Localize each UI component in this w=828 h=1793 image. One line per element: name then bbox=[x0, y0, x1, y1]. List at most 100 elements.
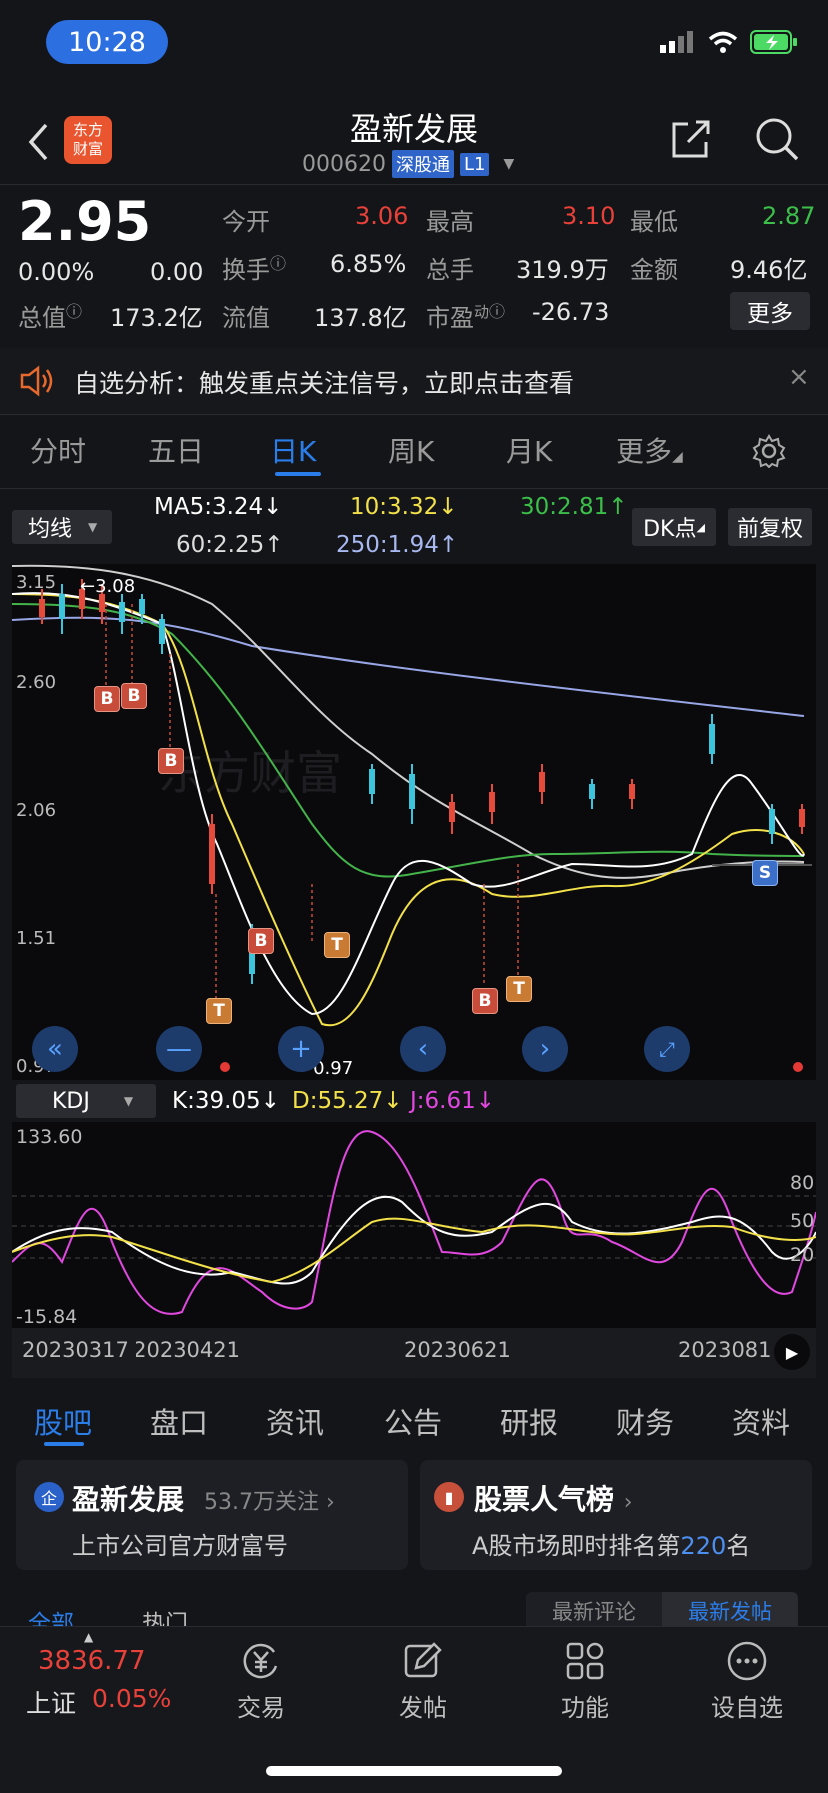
y-axis-label: 1.51 bbox=[16, 928, 57, 949]
status-icons bbox=[660, 30, 798, 54]
active-tab-indicator bbox=[44, 1442, 84, 1446]
tab-news[interactable]: 资讯 bbox=[266, 1400, 324, 1442]
volume-value: 319.9万 bbox=[516, 256, 609, 284]
tab-pankou[interactable]: 盘口 bbox=[150, 1400, 208, 1442]
nav-functions[interactable]: 功能 bbox=[530, 1640, 640, 1723]
float-label: 流值 bbox=[222, 304, 270, 332]
stock-code-row: 000620 深股通 L1 ▼ bbox=[302, 150, 514, 178]
status-time: 10:28 bbox=[46, 20, 168, 64]
t-signal-badge[interactable]: T bbox=[324, 932, 350, 958]
company-desc: 上市公司官方财富号 bbox=[72, 1532, 288, 1560]
date-label: 20230421 bbox=[136, 1338, 240, 1362]
ma30-value: 30:2.81↑ bbox=[520, 494, 628, 520]
nav-add-watchlist[interactable]: 设自选 bbox=[692, 1640, 802, 1723]
ma-selector[interactable]: 均线 ▼ bbox=[12, 510, 112, 544]
index-pct[interactable]: 0.05% bbox=[92, 1684, 171, 1713]
rewind-icon[interactable]: « bbox=[32, 1026, 78, 1072]
chevron-right-icon[interactable]: › bbox=[522, 1026, 568, 1072]
watermark: 东方财富 bbox=[158, 747, 342, 799]
low-value: 2.87 bbox=[762, 202, 816, 230]
speaker-icon bbox=[20, 365, 53, 397]
signal-icon bbox=[660, 31, 693, 53]
kdj-bottom-label: -15.84 bbox=[16, 1306, 78, 1328]
play-icon[interactable]: ▶ bbox=[774, 1334, 810, 1370]
kline-svg: 东方财富 bbox=[12, 564, 812, 1072]
sz-connect-tag: 深股通 bbox=[391, 150, 454, 178]
y-axis-label: 2.60 bbox=[16, 672, 57, 693]
wifi-icon bbox=[708, 31, 738, 53]
expand-icon[interactable]: ⤢ bbox=[644, 1026, 690, 1072]
date-label: 20230317 bbox=[22, 1338, 129, 1362]
date-label: 20230818 bbox=[678, 1338, 770, 1362]
tab-intraday[interactable]: 分时 bbox=[30, 430, 86, 470]
index-name[interactable]: 上证 bbox=[26, 1684, 76, 1720]
followers: 53.7万关注 › bbox=[204, 1490, 335, 1515]
close-icon[interactable]: × bbox=[788, 362, 810, 392]
indicator-selector[interactable]: KDJ ▼ bbox=[16, 1084, 156, 1118]
tab-more[interactable]: 更多◢ bbox=[616, 430, 683, 470]
open-label: 今开 bbox=[222, 208, 270, 236]
ma5-value: MA5:3.24↓ bbox=[154, 494, 283, 520]
pe-value: -26.73 bbox=[532, 298, 610, 326]
buy-signal-badge[interactable]: B bbox=[94, 686, 120, 712]
t-signal-badge[interactable]: T bbox=[206, 998, 232, 1024]
pe-sup: 动 bbox=[474, 303, 490, 321]
info-icon[interactable]: ⓘ bbox=[489, 302, 505, 321]
tab-research[interactable]: 研报 bbox=[500, 1400, 558, 1442]
turnover-label: 换手 bbox=[222, 256, 270, 284]
t-signal-badge[interactable]: T bbox=[506, 976, 532, 1002]
kdj-j-value: J:6.61↓ bbox=[410, 1088, 496, 1114]
buy-signal-badge[interactable]: B bbox=[472, 988, 498, 1014]
tab-profile[interactable]: 资料 bbox=[732, 1400, 790, 1442]
nav-trade[interactable]: 交易 bbox=[206, 1640, 316, 1723]
tab-finance[interactable]: 财务 bbox=[616, 1400, 674, 1442]
chevron-down-icon[interactable]: ▼ bbox=[503, 156, 514, 172]
share-icon[interactable] bbox=[668, 116, 714, 162]
volume-label: 总手 bbox=[426, 256, 474, 284]
gear-icon[interactable] bbox=[752, 434, 786, 468]
edit-icon bbox=[404, 1642, 442, 1678]
tab-daily-k[interactable]: 日K bbox=[270, 430, 316, 470]
popularity-title: 股票人气榜 › bbox=[474, 1483, 633, 1516]
dk-point-button[interactable]: DK点 ◢ bbox=[632, 508, 716, 546]
change-pct: 0.00% bbox=[18, 258, 95, 286]
buy-signal-badge[interactable]: B bbox=[121, 683, 147, 709]
enterprise-icon: 企 bbox=[34, 1482, 64, 1512]
zoom-out-icon[interactable]: — bbox=[156, 1026, 202, 1072]
info-icon[interactable]: ⓘ bbox=[66, 302, 82, 321]
kdj-level-80: 80 bbox=[790, 1172, 815, 1194]
company-card[interactable]: 企 盈新发展 53.7万关注 › 上市公司官方财富号 bbox=[16, 1460, 408, 1570]
more-circle-icon bbox=[727, 1641, 767, 1681]
bar-chart-icon: ▮ bbox=[434, 1482, 464, 1512]
ma250-value: 250:1.94↑ bbox=[336, 532, 459, 558]
chevron-left-icon[interactable]: ‹ bbox=[400, 1026, 446, 1072]
notice-text: 自选分析：触发重点关注信号，立即点击查看 bbox=[74, 369, 575, 398]
buy-signal-badge[interactable]: B bbox=[158, 748, 184, 774]
sell-signal-badge[interactable]: S bbox=[752, 860, 778, 886]
kdj-svg bbox=[12, 1130, 816, 1315]
open-value: 3.06 bbox=[355, 202, 409, 230]
info-icon[interactable]: ⓘ bbox=[270, 254, 286, 273]
zoom-in-icon[interactable]: + bbox=[278, 1026, 324, 1072]
tab-five-day[interactable]: 五日 bbox=[148, 430, 204, 470]
nav-post[interactable]: 发帖 bbox=[368, 1640, 478, 1723]
home-indicator bbox=[266, 1766, 562, 1776]
grid-icon bbox=[566, 1642, 604, 1680]
adjust-button[interactable]: 前复权 bbox=[728, 508, 812, 546]
buy-signal-badge[interactable]: B bbox=[248, 928, 274, 954]
amount-value: 9.46亿 bbox=[730, 256, 808, 284]
notice-bar[interactable]: 自选分析：触发重点关注信号，立即点击查看 × bbox=[0, 348, 828, 414]
popularity-card[interactable]: ▮ 股票人气榜 › A股市场即时排名第220名 bbox=[420, 1460, 812, 1570]
tab-monthly-k[interactable]: 月K bbox=[506, 430, 552, 470]
tab-announcement[interactable]: 公告 bbox=[384, 1400, 442, 1442]
high-marker: ←3.08 bbox=[80, 576, 136, 597]
ma10-value: 10:3.32↓ bbox=[350, 494, 458, 520]
tab-guba[interactable]: 股吧 bbox=[34, 1400, 92, 1442]
kdj-top-label: 133.60 bbox=[16, 1126, 83, 1148]
popularity-desc: A股市场即时排名第220名 bbox=[472, 1532, 751, 1560]
more-button[interactable]: 更多 bbox=[730, 292, 810, 330]
search-icon[interactable] bbox=[754, 116, 800, 162]
tab-weekly-k[interactable]: 周K bbox=[388, 430, 434, 470]
pe-label: 市盈 bbox=[426, 304, 474, 332]
index-value[interactable]: 3836.77 bbox=[38, 1646, 146, 1676]
